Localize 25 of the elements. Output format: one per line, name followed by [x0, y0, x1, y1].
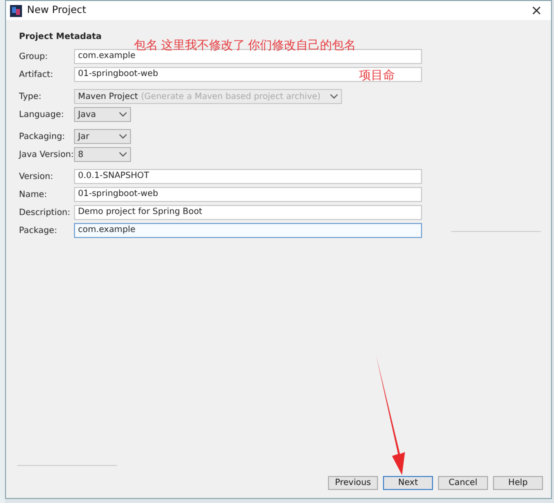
annotation-text: 包名 这里我不修改了 你们修改自己的包名 — [134, 37, 356, 52]
text-field[interactable]: 01-springboot-web — [74, 187, 422, 202]
dialog-button[interactable]: Next — [383, 476, 433, 490]
field-label: Package: — [19, 226, 58, 236]
dialog-button[interactable]: Cancel — [438, 476, 488, 490]
field-label: Description: — [19, 208, 72, 218]
text-field[interactable]: com.example — [74, 223, 422, 238]
dropdown[interactable]: Java — [74, 107, 131, 122]
dialog-button[interactable]: Previous — [328, 476, 378, 490]
field-label: Type: — [19, 92, 42, 102]
window-title: New Project — [27, 5, 88, 16]
field-label: Name: — [19, 190, 48, 200]
field-label: Version: — [19, 172, 54, 182]
dropdown[interactable]: 8 — [74, 147, 131, 162]
field-label: Packaging: — [19, 132, 66, 142]
annotation-text: 项目命 — [359, 67, 395, 84]
field-label: Group: — [19, 52, 49, 62]
field-label: Language: — [19, 110, 65, 120]
text-field[interactable]: 0.0.1-SNAPSHOT — [74, 169, 422, 184]
field-label: Artifact: — [19, 70, 54, 80]
dialog-button[interactable]: Help — [493, 476, 543, 490]
dropdown[interactable]: Jar — [74, 129, 131, 144]
field-label: Java Version: — [19, 150, 74, 160]
text-field[interactable]: Demo project for Spring Boot — [74, 205, 422, 220]
section-title: Project Metadata — [19, 32, 103, 42]
